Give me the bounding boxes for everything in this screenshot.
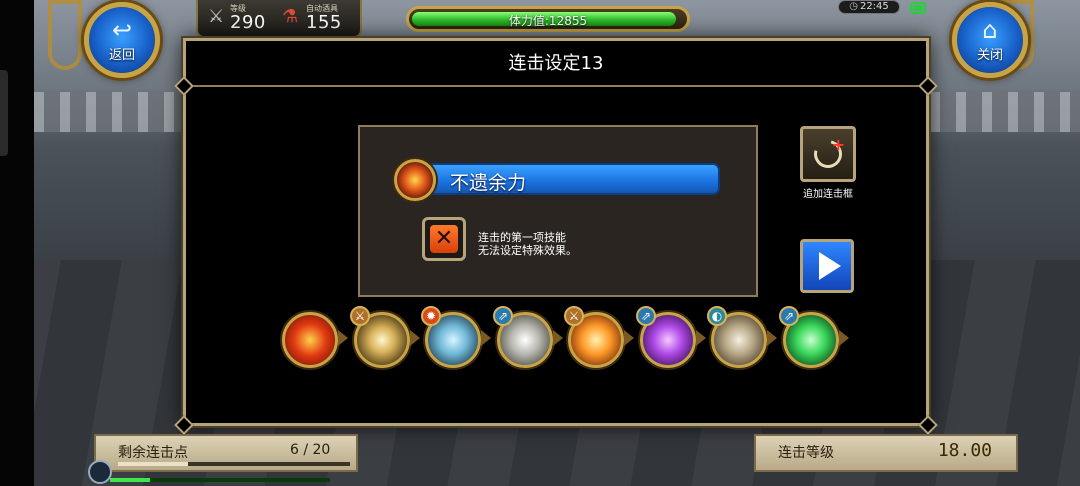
back-label: 返回 xyxy=(108,47,135,63)
potion-icon: ⚗ xyxy=(282,6,299,27)
level-stat: 等级 290 xyxy=(230,4,266,33)
red-slash-icon[interactable] xyxy=(282,312,338,368)
chain-arrow-icon xyxy=(624,330,634,346)
side-handle xyxy=(0,70,8,156)
clock-icon: ◷ xyxy=(849,1,858,12)
back-button[interactable]: ↩ 返回 xyxy=(84,2,160,78)
close-button[interactable]: ⌂ 关闭 xyxy=(952,2,1028,78)
add-combo-frame-label: 追加连击框 xyxy=(803,189,853,200)
special-effect-slot[interactable]: ✕ xyxy=(422,217,466,261)
remaining-points-bar xyxy=(118,462,350,466)
experience-orb-icon xyxy=(88,460,112,484)
combo-settings-dialog: 连击设定13 不遗余力 ✕ 连击的第一项技能 无法设定特殊效果。 + 追加连击框 xyxy=(174,38,938,435)
plus-icon: + xyxy=(831,135,845,154)
experience-bar xyxy=(110,478,330,482)
battery-icon xyxy=(910,2,926,14)
selected-skill-bar[interactable]: 不遗余力 xyxy=(424,163,720,195)
combo-level-value: 18.00 xyxy=(937,440,992,461)
dialog-title: 连击设定13 xyxy=(186,41,926,87)
boot-badge-icon: ⇗ xyxy=(636,306,656,326)
chain-arrow-icon xyxy=(553,330,563,346)
play-icon xyxy=(818,252,841,280)
experience-fill xyxy=(110,478,150,482)
combo-level-plate: 连击等级 18.00 xyxy=(754,434,1018,472)
sword-badge-icon: ⚔ xyxy=(564,306,584,326)
boot-badge-icon: ⇗ xyxy=(493,306,513,326)
chain-arrow-icon xyxy=(839,330,849,346)
sword-badge-icon: ⚔ xyxy=(350,306,370,326)
disabled-x-icon: ✕ xyxy=(430,225,458,253)
add-combo-frame-button[interactable]: + xyxy=(800,126,856,182)
combo-level-label: 连击等级 xyxy=(778,445,834,461)
close-label: 关闭 xyxy=(976,47,1003,63)
clock: ◷ 22:45 xyxy=(838,0,900,14)
chain-arrow-icon xyxy=(338,330,348,346)
return-arrow-icon: ↩ xyxy=(111,15,133,44)
level-value: 290 xyxy=(230,12,266,33)
remaining-points-plate: 剩余连击点 6 / 20 xyxy=(94,434,358,472)
chain-arrow-icon xyxy=(481,330,491,346)
fire-badge-icon: ✹ xyxy=(421,306,441,326)
chain-arrow-icon xyxy=(767,330,777,346)
auto-potion-stat: 自动酒具 155 xyxy=(306,4,342,33)
remaining-points-label: 剩余连击点 xyxy=(118,445,188,461)
level-icon: ⚔ xyxy=(208,6,225,27)
boot-badge-icon: ⇗ xyxy=(779,306,799,326)
remaining-points-fill xyxy=(118,462,188,466)
chain-arrow-icon xyxy=(696,330,706,346)
selected-skill-name: 不遗余力 xyxy=(450,172,527,194)
stamina-text: 体力值:12855 xyxy=(508,14,588,28)
combo-slot-panel: 不遗余力 ✕ 连击的第一项技能 无法设定特殊效果。 xyxy=(358,125,758,297)
home-icon: ⌂ xyxy=(982,15,998,44)
stamina-bar: 体力值:12855 xyxy=(406,6,690,32)
first-skill-warning: 连击的第一项技能 无法设定特殊效果。 xyxy=(478,231,577,257)
remaining-points-value: 6 / 20 xyxy=(290,442,331,458)
clock-time: 22:45 xyxy=(859,1,889,12)
auto-potion-value: 155 xyxy=(306,12,342,33)
balustrade-left xyxy=(34,92,184,132)
chain-arrow-icon xyxy=(410,330,420,346)
shield-badge-icon: ◐ xyxy=(707,306,727,326)
balustrade-right xyxy=(930,92,1080,132)
next-button[interactable] xyxy=(800,239,854,293)
red-slash-icon xyxy=(394,159,436,201)
ornament-left xyxy=(48,0,82,70)
